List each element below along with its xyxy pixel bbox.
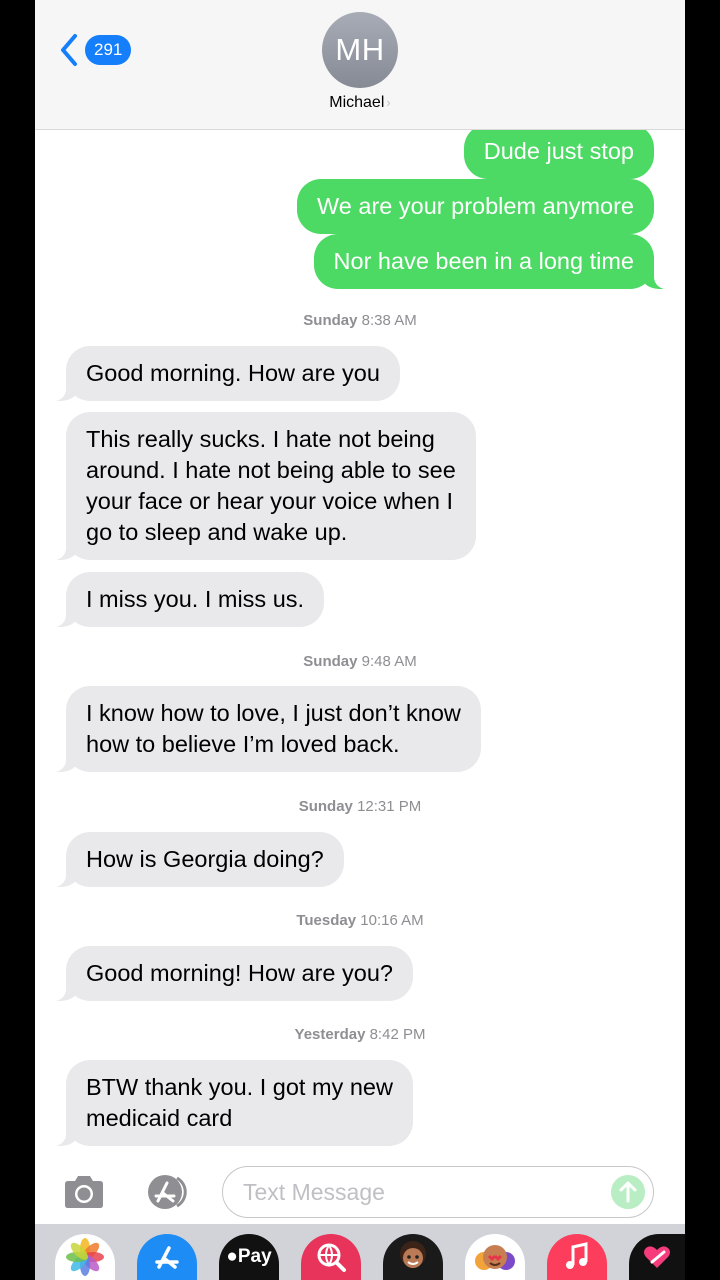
message-line: go to sleep and wake up. <box>86 519 348 545</box>
contact-avatar[interactable]: MH <box>322 12 398 88</box>
chevron-right-icon: › <box>386 95 391 110</box>
app-store-icon <box>155 1246 179 1269</box>
photos-app-button[interactable] <box>55 1234 115 1280</box>
message-bubble-incoming[interactable]: This really sucks. I hate not being arou… <box>40 412 476 560</box>
timestamp-time: 12:31 PM <box>357 798 422 815</box>
memoji-icon <box>400 1241 426 1268</box>
music-icon <box>566 1242 588 1269</box>
compose-bar: Text Message <box>35 1160 685 1224</box>
apple-pay-button[interactable]: ●Pay <box>219 1234 279 1280</box>
timestamp-time: 8:38 AM <box>361 312 417 329</box>
timestamp: Sunday 9:48 AM <box>35 653 685 670</box>
timestamp: Tuesday 10:16 AM <box>35 912 685 929</box>
timestamp-day: Sunday <box>298 798 353 815</box>
message-input-placeholder: Text Message <box>243 1179 385 1205</box>
contact-name-button[interactable]: Michael › <box>35 94 685 112</box>
message-input[interactable]: Text Message <box>222 1166 654 1218</box>
message-text: Nor have been in a long time <box>333 248 634 274</box>
message-thread[interactable]: Dude just stop We are your problem anymo… <box>35 130 685 1160</box>
message-line: Good morning. How are you <box>86 360 380 386</box>
timestamp-day: Sunday <box>303 312 358 329</box>
apple-pay-icon: ●Pay <box>226 1246 271 1268</box>
app-store-button[interactable] <box>137 1234 197 1280</box>
messages-screen: 291 MH Michael › Dude just stop We are yo… <box>35 0 685 1280</box>
timestamp-day: Yesterday <box>294 1026 366 1043</box>
timestamp-time: 9:48 AM <box>361 653 417 670</box>
web-images-icon <box>317 1243 346 1272</box>
digital-touch-button[interactable] <box>629 1234 685 1280</box>
message-bubble-incoming[interactable]: How is Georgia doing? <box>40 832 344 887</box>
timestamp: Sunday 8:38 AM <box>35 312 685 329</box>
message-bubble-outgoing[interactable]: We are your problem anymore <box>297 179 654 234</box>
timestamp-day: Sunday <box>303 653 358 670</box>
conversation-header: 291 MH Michael › <box>35 0 685 130</box>
message-bubble-incoming[interactable]: I know how to love, I just don’t know ho… <box>40 686 481 772</box>
message-bubble-incoming[interactable]: Good morning. How are you <box>40 346 400 401</box>
message-line: how to believe I’m loved back. <box>86 731 400 757</box>
message-line: This really sucks. I hate not being <box>86 426 435 452</box>
timestamp-day: Tuesday <box>296 912 357 929</box>
message-line: your face or hear your voice when I <box>86 488 454 514</box>
animoji-icon <box>475 1245 515 1270</box>
message-text: Dude just stop <box>483 138 634 164</box>
message-line: around. I hate not being able to see <box>86 457 456 483</box>
timestamp-time: 8:42 PM <box>369 1026 426 1043</box>
app-store-drawer-icon[interactable] <box>139 1174 197 1210</box>
timestamp: Yesterday 8:42 PM <box>35 1026 685 1043</box>
timestamp: Sunday 12:31 PM <box>35 798 685 815</box>
message-line: I miss you. I miss us. <box>86 586 305 612</box>
apple-logo-icon: ● <box>226 1246 238 1267</box>
timestamp-time: 10:16 AM <box>360 912 424 929</box>
message-line: BTW thank you. I got my new <box>86 1074 393 1100</box>
music-button[interactable] <box>547 1234 607 1280</box>
message-line: Good morning! How are you? <box>86 960 393 986</box>
contact-name: Michael <box>329 94 385 111</box>
message-bubble-incoming[interactable]: BTW thank you. I got my new medicaid car… <box>40 1060 413 1146</box>
back-button[interactable]: 291 <box>57 32 132 68</box>
apple-pay-label: Pay <box>237 1246 272 1267</box>
camera-icon[interactable] <box>61 1174 107 1210</box>
message-text: We are your problem anymore <box>317 193 634 219</box>
chevron-left-icon <box>61 34 77 66</box>
imessage-app-strip: ●Pay <box>35 1224 685 1280</box>
message-bubble-incoming[interactable]: Good morning! How are you? <box>40 946 413 1001</box>
send-arrow-icon[interactable] <box>611 1175 645 1209</box>
message-bubble-incoming[interactable]: I miss you. I miss us. <box>39 572 325 627</box>
message-line: How is Georgia doing? <box>86 846 324 872</box>
unread-count-badge: 291 <box>85 35 132 65</box>
animoji-button[interactable] <box>465 1234 525 1280</box>
message-bubble-outgoing[interactable]: Dude just stop <box>463 130 654 179</box>
message-line: medicaid card <box>86 1105 233 1131</box>
digital-touch-icon <box>644 1246 670 1268</box>
message-line: I know how to love, I just don’t know <box>86 700 461 726</box>
photos-icon <box>66 1238 104 1276</box>
web-images-button[interactable] <box>301 1234 361 1280</box>
message-bubble-outgoing[interactable]: Nor have been in a long time <box>313 234 681 289</box>
memoji-button[interactable] <box>383 1234 443 1280</box>
